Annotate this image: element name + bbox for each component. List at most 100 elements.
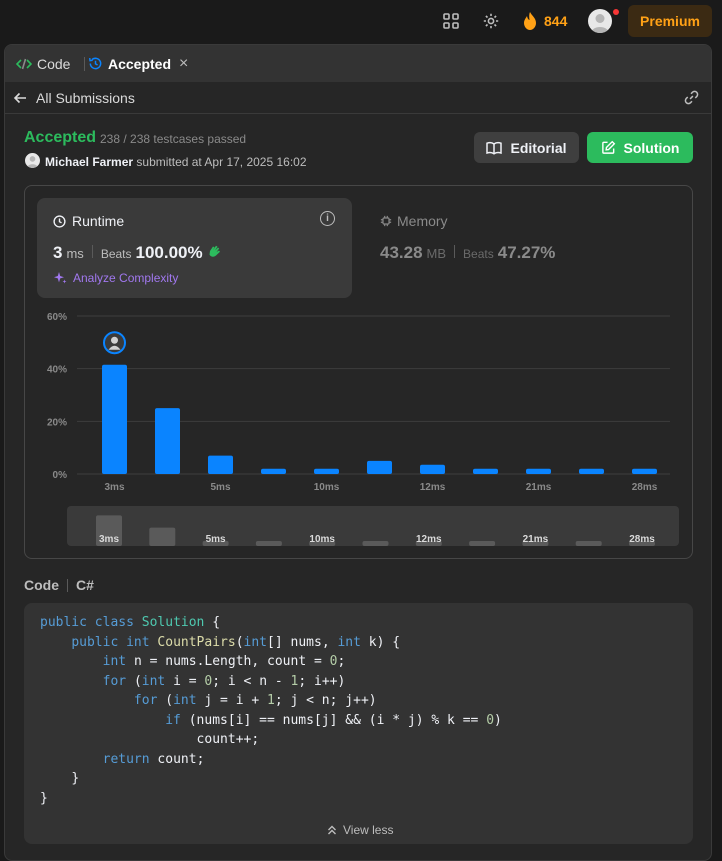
code-header: Code C# bbox=[24, 577, 94, 593]
author-name[interactable]: Michael Farmer bbox=[45, 155, 133, 169]
x-tick-label: 5ms bbox=[210, 482, 230, 493]
edit-pencil-icon bbox=[601, 140, 615, 154]
code-language: C# bbox=[76, 577, 94, 593]
range-mini-bar bbox=[575, 541, 602, 546]
chart-bar bbox=[261, 468, 286, 474]
chart-bar bbox=[420, 464, 445, 474]
code-header-divider bbox=[67, 578, 68, 592]
submission-status: Accepted bbox=[24, 129, 97, 146]
chart-bar bbox=[579, 468, 604, 474]
memory-divider bbox=[454, 245, 456, 258]
info-icon[interactable]: i bbox=[320, 211, 335, 226]
user-avatar[interactable] bbox=[588, 9, 612, 33]
top-navbar: 844 Premium bbox=[0, 0, 722, 44]
runtime-beats-value: 100.00% bbox=[135, 243, 203, 262]
runtime-divider bbox=[91, 245, 93, 258]
runtime-distribution-chart: 0% 20% 40% 60% 3ms 5ms 10ms 12ms 21ms 28ms bbox=[47, 312, 670, 493]
range-tick-label: 21ms bbox=[523, 534, 549, 545]
testcases-passed: 238 / 238 testcases passed bbox=[100, 132, 247, 146]
submitted-at: submitted at Apr 17, 2025 16:02 bbox=[136, 155, 307, 169]
range-tick-label: 5ms bbox=[206, 534, 226, 545]
sparkle-icon bbox=[54, 272, 67, 284]
code-label: Code bbox=[24, 577, 59, 593]
tab-accepted-label: Accepted bbox=[108, 55, 172, 72]
chart-bar bbox=[208, 455, 233, 474]
runtime-title: Runtime bbox=[53, 213, 124, 229]
range-tick-label: 12ms bbox=[416, 534, 442, 545]
view-less-label: View less bbox=[343, 823, 394, 837]
solution-button-label: Solution bbox=[623, 139, 680, 156]
performance-stats-box: Runtime i 3 ms Beats 100.00% Analyze Com… bbox=[24, 185, 693, 559]
grid-layout-icon[interactable] bbox=[442, 12, 460, 30]
chart-bar bbox=[102, 364, 127, 474]
submission-panel: Code Accepted × All Submissions Accepted… bbox=[4, 44, 712, 861]
tab-code-label: Code bbox=[37, 55, 71, 72]
x-tick-label: 12ms bbox=[420, 482, 446, 493]
history-clock-icon bbox=[88, 57, 102, 70]
author-avatar[interactable] bbox=[25, 153, 40, 168]
chart-range-navigator[interactable]: 3ms 5ms 10ms 12ms 21ms 28ms bbox=[67, 506, 679, 546]
range-mini-bar bbox=[149, 527, 176, 546]
chart-bar bbox=[526, 468, 551, 474]
clap-hands-icon bbox=[209, 245, 220, 257]
premium-button[interactable]: Premium bbox=[628, 5, 712, 37]
chart-bar bbox=[314, 468, 339, 474]
range-mini-bar bbox=[469, 541, 496, 546]
memory-beats-value: 47.27% bbox=[497, 243, 556, 262]
submission-byline: Michael Farmer submitted at Apr 17, 2025… bbox=[45, 155, 307, 169]
all-submissions-link[interactable]: All Submissions bbox=[36, 90, 135, 106]
y-tick-label: 40% bbox=[47, 365, 67, 376]
runtime-title-label: Runtime bbox=[72, 213, 125, 229]
chart-bar bbox=[632, 468, 657, 474]
y-tick-label: 20% bbox=[47, 417, 67, 428]
runtime-beats-label: Beats bbox=[100, 247, 132, 261]
book-icon bbox=[486, 141, 503, 155]
submission-subnav: All Submissions bbox=[5, 82, 711, 114]
y-tick-label: 60% bbox=[47, 312, 67, 323]
clock-icon bbox=[53, 214, 66, 228]
x-tick-label: 28ms bbox=[632, 482, 658, 493]
x-tick-label: 21ms bbox=[526, 482, 552, 493]
analyze-complexity-label: Analyze Complexity bbox=[73, 271, 179, 285]
memory-value: 43.28 bbox=[380, 243, 423, 262]
streak-count[interactable]: 844 bbox=[544, 13, 567, 29]
memory-unit: MB bbox=[426, 246, 447, 261]
tab-bar: Code Accepted × bbox=[5, 45, 711, 82]
close-tab-icon[interactable]: × bbox=[179, 55, 188, 73]
settings-gear-icon[interactable] bbox=[482, 12, 500, 30]
view-less-button[interactable]: View less bbox=[326, 823, 393, 837]
marker-avatar-head bbox=[111, 336, 118, 344]
range-tick-label: 10ms bbox=[309, 534, 335, 545]
chart-bar bbox=[473, 468, 498, 474]
runtime-card[interactable]: Runtime i 3 ms Beats 100.00% Analyze Com… bbox=[37, 198, 352, 298]
memory-title-label: Memory bbox=[397, 213, 448, 229]
runtime-value-row: 3 ms Beats 100.00% bbox=[53, 243, 222, 263]
analyze-complexity-link[interactable]: Analyze Complexity bbox=[53, 271, 178, 285]
x-tick-label: 10ms bbox=[314, 482, 340, 493]
tab-code[interactable]: Code bbox=[16, 45, 70, 82]
tab-accepted[interactable]: Accepted × bbox=[88, 45, 188, 82]
code-block[interactable]: public class Solution { public int Count… bbox=[24, 603, 693, 844]
y-tick-label: 0% bbox=[53, 470, 68, 481]
share-link-icon[interactable] bbox=[683, 89, 700, 106]
memory-card[interactable]: Memory bbox=[380, 213, 448, 229]
x-tick-label: 3ms bbox=[104, 482, 124, 493]
range-mini-bar bbox=[362, 541, 389, 546]
back-arrow-icon[interactable] bbox=[13, 91, 27, 105]
chevrons-up-icon bbox=[328, 825, 336, 835]
user-avatar-icon bbox=[591, 14, 609, 33]
streak-fire-icon[interactable] bbox=[522, 11, 538, 31]
tab-divider bbox=[84, 57, 85, 71]
editorial-button[interactable]: Editorial bbox=[474, 132, 579, 163]
editorial-button-label: Editorial bbox=[510, 139, 567, 156]
solution-button[interactable]: Solution bbox=[587, 132, 693, 163]
source-code: public class Solution { public int Count… bbox=[40, 615, 502, 806]
code-brackets-icon bbox=[16, 58, 32, 69]
range-tick-label: 28ms bbox=[629, 534, 655, 545]
runtime-unit: ms bbox=[66, 246, 84, 261]
runtime-value: 3 bbox=[53, 243, 63, 262]
notification-dot bbox=[613, 9, 619, 15]
author-avatar-icon bbox=[26, 156, 39, 168]
range-tick-label: 3ms bbox=[99, 534, 119, 545]
memory-value-row: 43.28 MB Beats 47.27% bbox=[380, 243, 555, 263]
